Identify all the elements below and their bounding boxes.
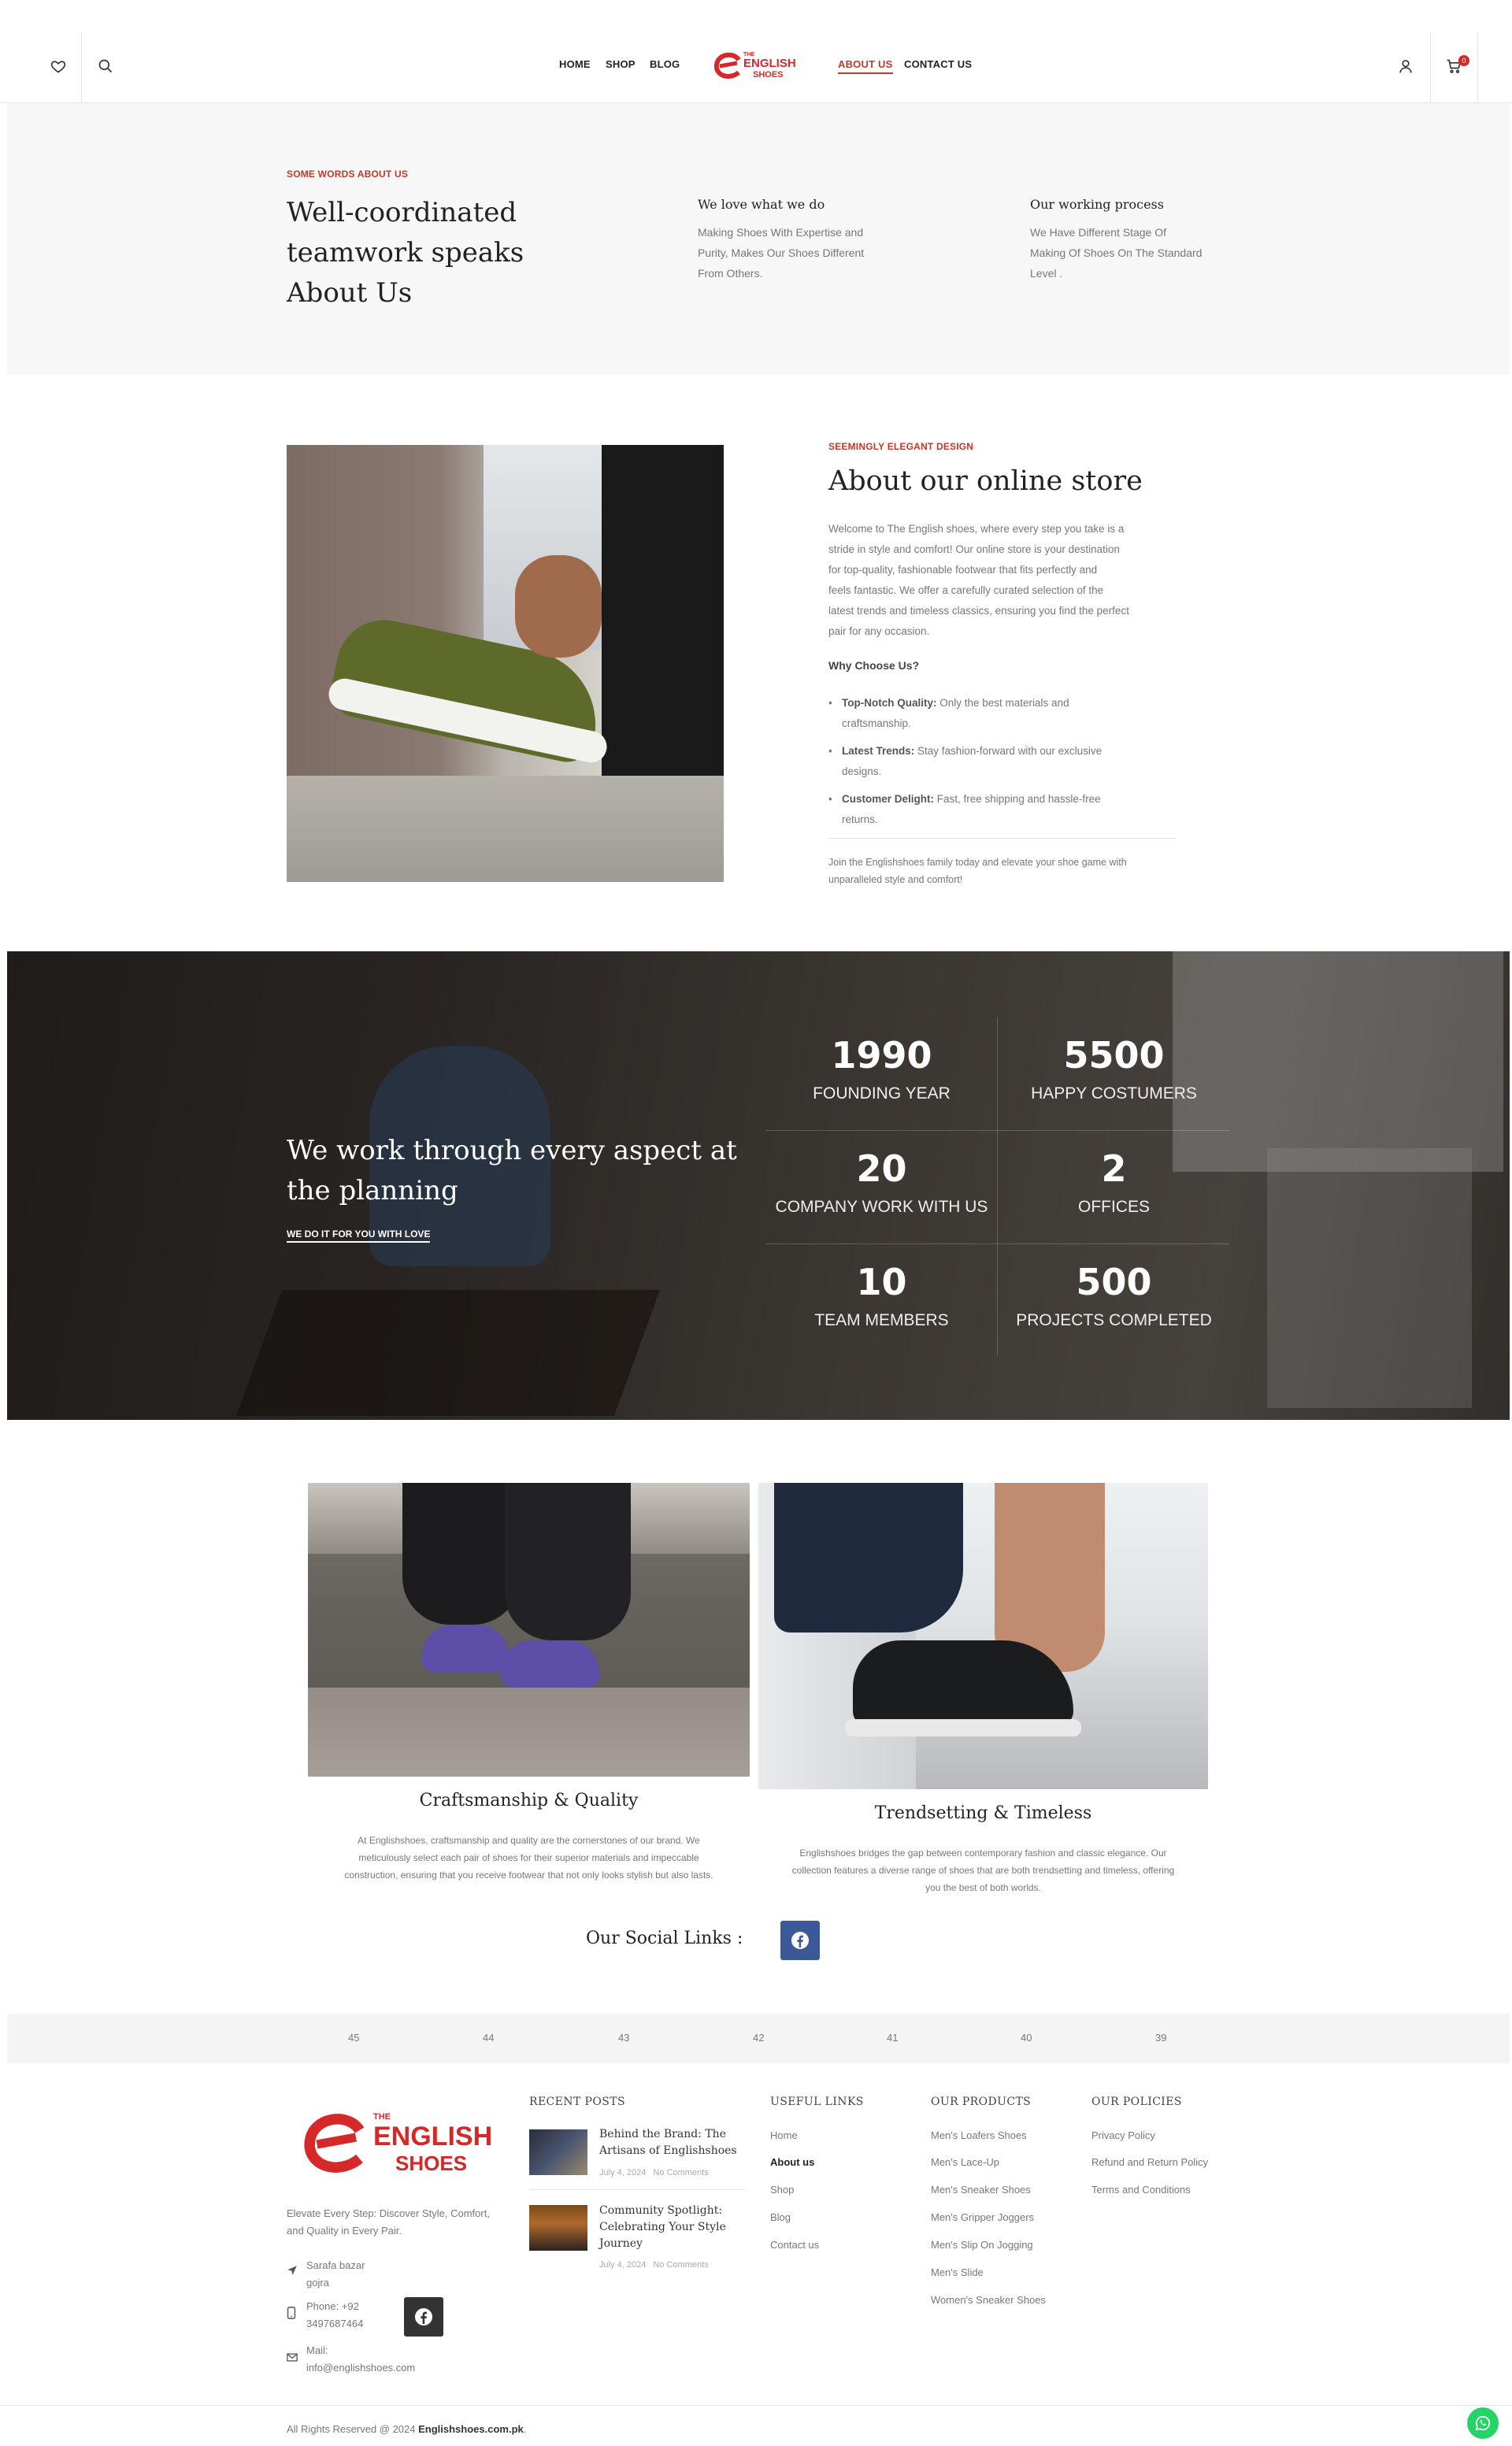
nav-blog[interactable]: BLOG [650, 58, 680, 70]
list-item: • Latest Trends: Stay fashion-forward wi… [828, 745, 1102, 777]
footer-product-link[interactable]: Men's Loafers Shoes [931, 2129, 1027, 2141]
feature-photo-right [758, 1483, 1208, 1789]
stat-label: PROJECTS COMPLETED [1016, 1311, 1212, 1329]
recent-posts-heading: RECENT POSTS [529, 2096, 625, 2108]
strip-number: 43 [618, 2032, 630, 2044]
useful-links-heading: USEFUL LINKS [770, 2096, 864, 2108]
intro-col2-title: Our working process [1030, 197, 1164, 212]
whatsapp-icon [1475, 2415, 1491, 2431]
strip-number: 45 [348, 2032, 360, 2044]
footer-link-home[interactable]: Home [770, 2129, 798, 2141]
footer-address: Sarafa bazar gojra [306, 2259, 365, 2288]
stat-label: OFFICES [1077, 1198, 1150, 1216]
facebook-icon [415, 2308, 432, 2326]
nav-shop[interactable]: SHOP [606, 58, 636, 70]
wishlist-heart-icon[interactable] [47, 55, 69, 77]
footer-policy-link[interactable]: Terms and Conditions [1091, 2184, 1191, 2196]
stat-number: 500 [1076, 1261, 1152, 1303]
footer-phone: Phone: +92 3497687464 [306, 2300, 364, 2329]
footer-bottom-divider [0, 2405, 1512, 2406]
footer-product-link[interactable]: Men's Slip On Jogging [931, 2239, 1033, 2251]
mail-icon [287, 2351, 298, 2366]
stat-number: 1990 [831, 1034, 932, 1077]
site-logo[interactable]: THE ENGLISH SHOES [712, 50, 799, 83]
footer-tagline: Elevate Every Step: Discover Style, Comf… [287, 2207, 490, 2237]
footer-product-link[interactable]: Men's Lace-Up [931, 2156, 999, 2168]
about-closing: Join the Englishshoes family today and e… [828, 857, 1127, 885]
feature-left-text: At Englishshoes, craftsmanship and quali… [344, 1835, 713, 1881]
strip-number: 39 [1155, 2032, 1167, 2044]
stat-number: 2 [1101, 1147, 1127, 1190]
about-kicker: SEEMINGLY ELEGANT DESIGN [828, 441, 974, 452]
feature-right-text: Englishshoes bridges the gap between con… [791, 1847, 1175, 1893]
whatsapp-button[interactable] [1467, 2407, 1499, 2439]
footer-link-blog[interactable]: Blog [770, 2211, 791, 2223]
social-links-label: Our Social Links : [586, 1929, 743, 1948]
feature-left-title: Craftsmanship & Quality [419, 1791, 639, 1810]
footer-policy-link[interactable]: Refund and Return Policy [1091, 2156, 1208, 2168]
stat-label: HAPPY COSTUMERS [1031, 1084, 1197, 1103]
footer-product-link[interactable]: Men's Gripper Joggers [931, 2211, 1034, 2223]
footer-product-link[interactable]: Men's Slide [931, 2266, 984, 2278]
stats-link[interactable]: WE DO IT FOR YOU WITH LOVE [287, 1229, 431, 1243]
cart-count-badge: 0 [1458, 55, 1469, 66]
site-header: HOME SHOP BLOG THE ENGLISH SHOES ABOUT U… [0, 0, 1512, 103]
nav-home[interactable]: HOME [559, 58, 591, 70]
stat-number: 10 [856, 1261, 907, 1303]
nav-about-us[interactable]: ABOUT US [838, 58, 893, 74]
search-icon[interactable] [94, 55, 117, 77]
strip-number: 42 [753, 2032, 765, 2044]
list-item: • Customer Delight: Fast, free shipping … [828, 793, 1101, 825]
strip-number: 41 [887, 2032, 899, 2044]
post-thumb[interactable] [529, 2129, 587, 2175]
post-title[interactable]: Community Spotlight: Celebrating Your St… [599, 2203, 726, 2252]
footer-link-about[interactable]: About us [770, 2156, 814, 2168]
footer-mail: Mail: info@englishshoes.com [306, 2344, 416, 2374]
intro-col1-text: Making Shoes With Expertise and Purity, … [698, 226, 865, 280]
stat-label: TEAM MEMBERS [814, 1311, 949, 1329]
about-title: About our online store [828, 465, 1143, 497]
stat-number: 5500 [1063, 1034, 1165, 1077]
stat-number: 20 [856, 1147, 907, 1190]
strip-number: 44 [483, 2032, 495, 2044]
about-divider [828, 838, 1176, 839]
footer-facebook-button[interactable] [404, 2297, 443, 2337]
footer-link-shop[interactable]: Shop [770, 2184, 794, 2196]
about-bullet-list: • Top-Notch Quality: Only the best mater… [828, 693, 1102, 837]
stats-section [7, 951, 1510, 1420]
our-products-heading: OUR PRODUCTS [931, 2096, 1032, 2108]
post-thumb[interactable] [529, 2205, 587, 2251]
post-divider [529, 2189, 745, 2190]
feature-right-title: Trendsetting & Timeless [874, 1803, 1092, 1823]
intro-col1-title: We love what we do [698, 197, 825, 212]
footer-logo[interactable]: THE ENGLISH SHOES [299, 2109, 496, 2180]
footer-product-link[interactable]: Women's Sneaker Shoes [931, 2294, 1046, 2306]
why-choose-heading: Why Choose Us? [828, 659, 920, 672]
footer-policy-link[interactable]: Privacy Policy [1091, 2129, 1155, 2141]
about-body: Welcome to The English shoes, where ever… [828, 523, 1129, 637]
stat-label: COMPANY WORK WITH US [775, 1198, 988, 1216]
feature-photo-left [308, 1483, 750, 1777]
location-pin-icon [287, 2265, 298, 2280]
intro-heading: Well-coordinated teamwork speaks About U… [287, 197, 524, 309]
our-policies-heading: OUR POLICIES [1091, 2096, 1182, 2108]
phone-icon [287, 2307, 296, 2323]
account-user-icon[interactable] [1395, 55, 1417, 77]
stat-label: FOUNDING YEAR [813, 1084, 951, 1103]
footer-product-link[interactable]: Men's Sneaker Shoes [931, 2184, 1031, 2196]
strip-number: 40 [1021, 2032, 1032, 2044]
post-meta: July 4, 2024 No Comments [599, 2260, 709, 2270]
about-photo-sneaker [287, 445, 724, 882]
list-item: • Top-Notch Quality: Only the best mater… [828, 697, 1069, 729]
footer-link-contact[interactable]: Contact us [770, 2239, 819, 2251]
copyright: All Rights Reserved @ 2024 Englishshoes.… [287, 2423, 527, 2435]
intro-kicker: SOME WORDS ABOUT US [287, 169, 409, 180]
post-meta: July 4, 2024 No Comments [599, 2168, 709, 2177]
intro-col2-text: We Have Different Stage Of Making Of Sho… [1030, 226, 1203, 280]
post-title[interactable]: Behind the Brand: The Artisans of Englis… [599, 2126, 737, 2159]
facebook-icon [791, 1932, 809, 1949]
facebook-button[interactable] [780, 1921, 820, 1960]
stats-heading: We work through every aspect at the plan… [287, 1135, 737, 1206]
nav-contact-us[interactable]: CONTACT US [904, 58, 972, 70]
